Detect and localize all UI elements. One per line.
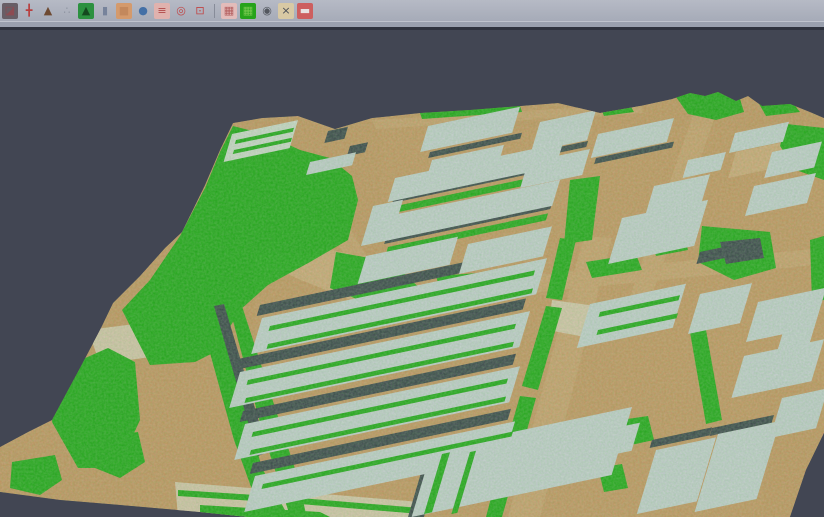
m3c2-distance-icon[interactable]: ≡ [154,3,170,19]
profile-column-icon[interactable]: ▮ [97,3,113,19]
facets-icon-glyph: ■ [119,5,129,16]
cross-section-icon[interactable]: ╋ [21,3,37,19]
toolbar-separator [214,4,215,18]
classification-icon-glyph: ▦ [243,5,253,16]
toolbar: ◪ ╋ ▲ ∴ ▲ ▮ ■ ● ≡ ◎ ⊡ ▦ ▦ ◉ × ▬ [0,0,824,21]
toolbar-edge-line [0,27,824,30]
facets-icon[interactable]: ■ [116,3,132,19]
mesh-terrain-icon[interactable]: ▲ [40,3,56,19]
cancel-tool-icon-glyph: × [281,5,290,16]
ribbon-icon-glyph: ▬ [300,5,310,16]
mesh-terrain-icon-glyph: ▲ [44,5,52,16]
ribbon-icon[interactable]: ▬ [297,3,313,19]
globe-icon-glyph: ● [138,5,148,16]
find-tool-icon-glyph: ◉ [262,5,272,16]
clipping-box-icon[interactable]: ◪ [2,3,18,19]
find-tool-icon[interactable]: ◉ [259,3,275,19]
point-cloud-render[interactable] [0,29,824,517]
raster-grid-icon-glyph: ▦ [224,5,234,16]
crop-box-icon[interactable]: ⊡ [192,3,208,19]
point-pair-align-icon-glyph: ∴ [64,5,71,16]
profile-column-icon-glyph: ▮ [102,5,108,16]
cross-section-icon-glyph: ╋ [26,5,33,16]
csf-ground-filter-icon[interactable]: ▲ [78,3,94,19]
crop-box-icon-glyph: ⊡ [195,5,204,16]
point-pair-align-icon[interactable]: ∴ [59,3,75,19]
globe-icon[interactable]: ● [135,3,151,19]
classification-icon[interactable]: ▦ [240,3,256,19]
clipping-box-icon-glyph: ◪ [5,5,15,16]
cancel-tool-icon[interactable]: × [278,3,294,19]
circle-detect-icon-glyph: ◎ [176,5,186,16]
csf-ground-filter-icon-glyph: ▲ [82,5,90,16]
3d-viewport[interactable] [0,29,824,517]
m3c2-distance-icon-glyph: ≡ [157,5,166,16]
window-chrome: ◪ ╋ ▲ ∴ ▲ ▮ ■ ● ≡ ◎ ⊡ ▦ ▦ ◉ × ▬ [0,0,824,30]
raster-grid-icon[interactable]: ▦ [221,3,237,19]
circle-detect-icon[interactable]: ◎ [173,3,189,19]
